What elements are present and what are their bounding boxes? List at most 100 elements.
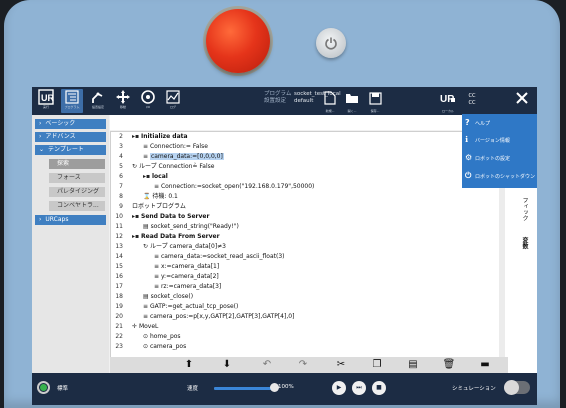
folder-icon: ▸▪ <box>143 173 152 180</box>
program-line-text: rz:=camera_data[3] <box>160 283 222 290</box>
tab-install[interactable]: 設置設定 <box>87 89 109 113</box>
line-number: 2 <box>119 133 123 140</box>
copy-button[interactable]: ❐ <box>370 359 384 371</box>
cc-button[interactable]: CC CC <box>462 90 482 114</box>
simulation-toggle-knob[interactable] <box>504 380 519 395</box>
sidebar-item-advanced[interactable]: › アドバンス <box>35 132 106 142</box>
sidebar-item-basic[interactable]: › ベーシック <box>35 119 106 129</box>
sidebar-item-label: テンプレート <box>48 146 84 153</box>
program-line-content: ↻ ループ camera_data[0]≠3 <box>143 242 226 252</box>
program-line-text: home_pos <box>149 333 181 340</box>
tab-log[interactable]: ログ <box>162 89 184 113</box>
move-up-button[interactable]: ⬆ <box>182 359 196 371</box>
tab-program-label: プログラム <box>64 105 80 109</box>
menu-item-shutdown[interactable]: ⏻ ロボットのシャットダウン <box>465 169 535 183</box>
line-number: 21 <box>115 323 123 330</box>
sidebar-subitem-label: フォース <box>57 174 81 181</box>
folder-icon <box>346 94 358 103</box>
tab-install-label: 設置設定 <box>91 105 104 109</box>
program-line-content: ▸▪ Initialize data <box>132 132 188 142</box>
menu-item-help[interactable]: ? ヘルプ <box>465 116 490 130</box>
waypoint-icon: ⊙ <box>143 333 150 340</box>
program-line-content: ⌛ 待機: 0.1 <box>143 192 178 202</box>
undo-button[interactable]: ↶ <box>260 359 274 371</box>
program-line-text: camera_data:=socket_read_ascii_float(3) <box>160 253 285 260</box>
sidebar-subitem-search[interactable]: 探索 <box>49 159 105 169</box>
assignment-icon: ≡ <box>143 303 150 310</box>
speed-label: 速度 <box>187 386 199 392</box>
copy-icon: ❐ <box>372 359 382 370</box>
program-line-text: ループ camera_data[0]≠3 <box>149 243 226 250</box>
program-line-content: ロボットプログラム <box>132 202 186 212</box>
line-number: 16 <box>115 273 123 280</box>
menu-item-about[interactable]: ℹ バージョン情報 <box>465 133 510 147</box>
new-file-button[interactable]: 新規... <box>320 90 340 114</box>
sidebar-subitem-palletizing[interactable]: パレタイジング <box>49 187 105 197</box>
tab-io[interactable]: I/O <box>137 89 159 113</box>
program-line-content: ≡ x:=camera_data[1] <box>154 262 219 272</box>
tab-move-label: 移動 <box>119 105 126 109</box>
local-mode-button[interactable]: UR ローカル <box>438 90 458 114</box>
arrow-down-icon: ⬇ <box>222 359 232 370</box>
cc-text: CC CC <box>468 93 476 106</box>
line-number: 4 <box>119 153 123 160</box>
menu-item-label: ヘルプ <box>475 121 491 127</box>
line-number: 13 <box>115 243 123 250</box>
play-button[interactable]: ▶ <box>332 381 346 395</box>
program-line-content: ≡ rz:=camera_data[3] <box>154 282 221 292</box>
redo-button[interactable]: ↷ <box>296 359 310 371</box>
tab-move[interactable]: 移動 <box>112 89 134 113</box>
loop-icon: ↻ <box>143 243 150 250</box>
line-number: 20 <box>115 313 123 320</box>
save-file-button[interactable]: 保存... <box>365 90 385 114</box>
program-line-content: ≡ y:=camera_data[2] <box>154 272 219 282</box>
line-number: 9 <box>119 203 123 210</box>
hamburger-menu-button[interactable] <box>512 90 532 114</box>
sidebar-item-urcaps[interactable]: › URCaps <box>35 215 106 225</box>
folder-icon: ▸▪ <box>132 233 141 240</box>
sidebar-item-templates[interactable]: ⌄ テンプレート <box>35 145 106 155</box>
suppress-icon: ▬ <box>480 359 490 370</box>
move-down-button[interactable]: ⬇ <box>220 359 234 371</box>
new-file-icon <box>324 91 336 105</box>
robot-mode-label: 標準 <box>57 386 69 392</box>
line-number: 23 <box>115 343 123 350</box>
sidebar-subitem-force[interactable]: フォース <box>49 173 105 183</box>
save-file-label: 保存... <box>370 109 380 113</box>
delete-button[interactable]: 🗑 <box>442 359 456 371</box>
chevron-right-icon: › <box>39 133 42 140</box>
svg-text:UR: UR <box>41 93 54 103</box>
io-icon <box>137 89 159 105</box>
sidebar-subitem-conveyor[interactable]: コンベヤトラ... <box>49 201 105 211</box>
robot-status-indicator <box>40 384 47 391</box>
tab-run-label: 実行 <box>42 105 49 109</box>
right-panel-graphics-tab[interactable]: フィック <box>520 197 529 221</box>
gear-icon: ⚙ <box>465 153 473 162</box>
suppress-button[interactable]: ▬ <box>478 359 492 371</box>
line-number: 5 <box>119 163 123 170</box>
line-number: 11 <box>115 223 123 230</box>
program-line-text: local <box>152 173 168 180</box>
line-number: 7 <box>119 183 123 190</box>
program-icon <box>61 89 83 105</box>
waypoint-icon: ⊙ <box>143 343 150 350</box>
cut-button[interactable]: ✂ <box>334 359 348 371</box>
emergency-stop-button[interactable] <box>206 9 270 73</box>
editor-toolbar <box>110 115 508 130</box>
open-file-button[interactable]: 開く... <box>342 90 362 114</box>
menu-item-settings[interactable]: ⚙ ロボットの設定 <box>465 151 510 165</box>
scissors-icon: ✂ <box>336 359 346 370</box>
header-bar: UR 実行 プログラム 設置設定 移動 I/O ログ プログラム socket_… <box>32 87 537 115</box>
right-panel-variables-tab[interactable]: 変数 <box>520 237 529 249</box>
tab-program[interactable]: プログラム <box>61 89 83 113</box>
paste-button[interactable]: ▤ <box>406 359 420 371</box>
ur-logo-button[interactable]: UR 実行 <box>35 89 57 113</box>
simulation-label: シミュレーション <box>452 386 496 392</box>
question-icon: ? <box>465 118 470 127</box>
stop-button[interactable]: ■ <box>372 381 386 395</box>
power-button[interactable] <box>316 28 346 58</box>
assignment-icon: ≡ <box>154 253 161 260</box>
program-line-content: ≡ camera_data:=[0,0,0,0] <box>143 152 224 162</box>
line-number: 12 <box>115 233 123 240</box>
step-button[interactable]: ⏭ <box>352 381 366 395</box>
